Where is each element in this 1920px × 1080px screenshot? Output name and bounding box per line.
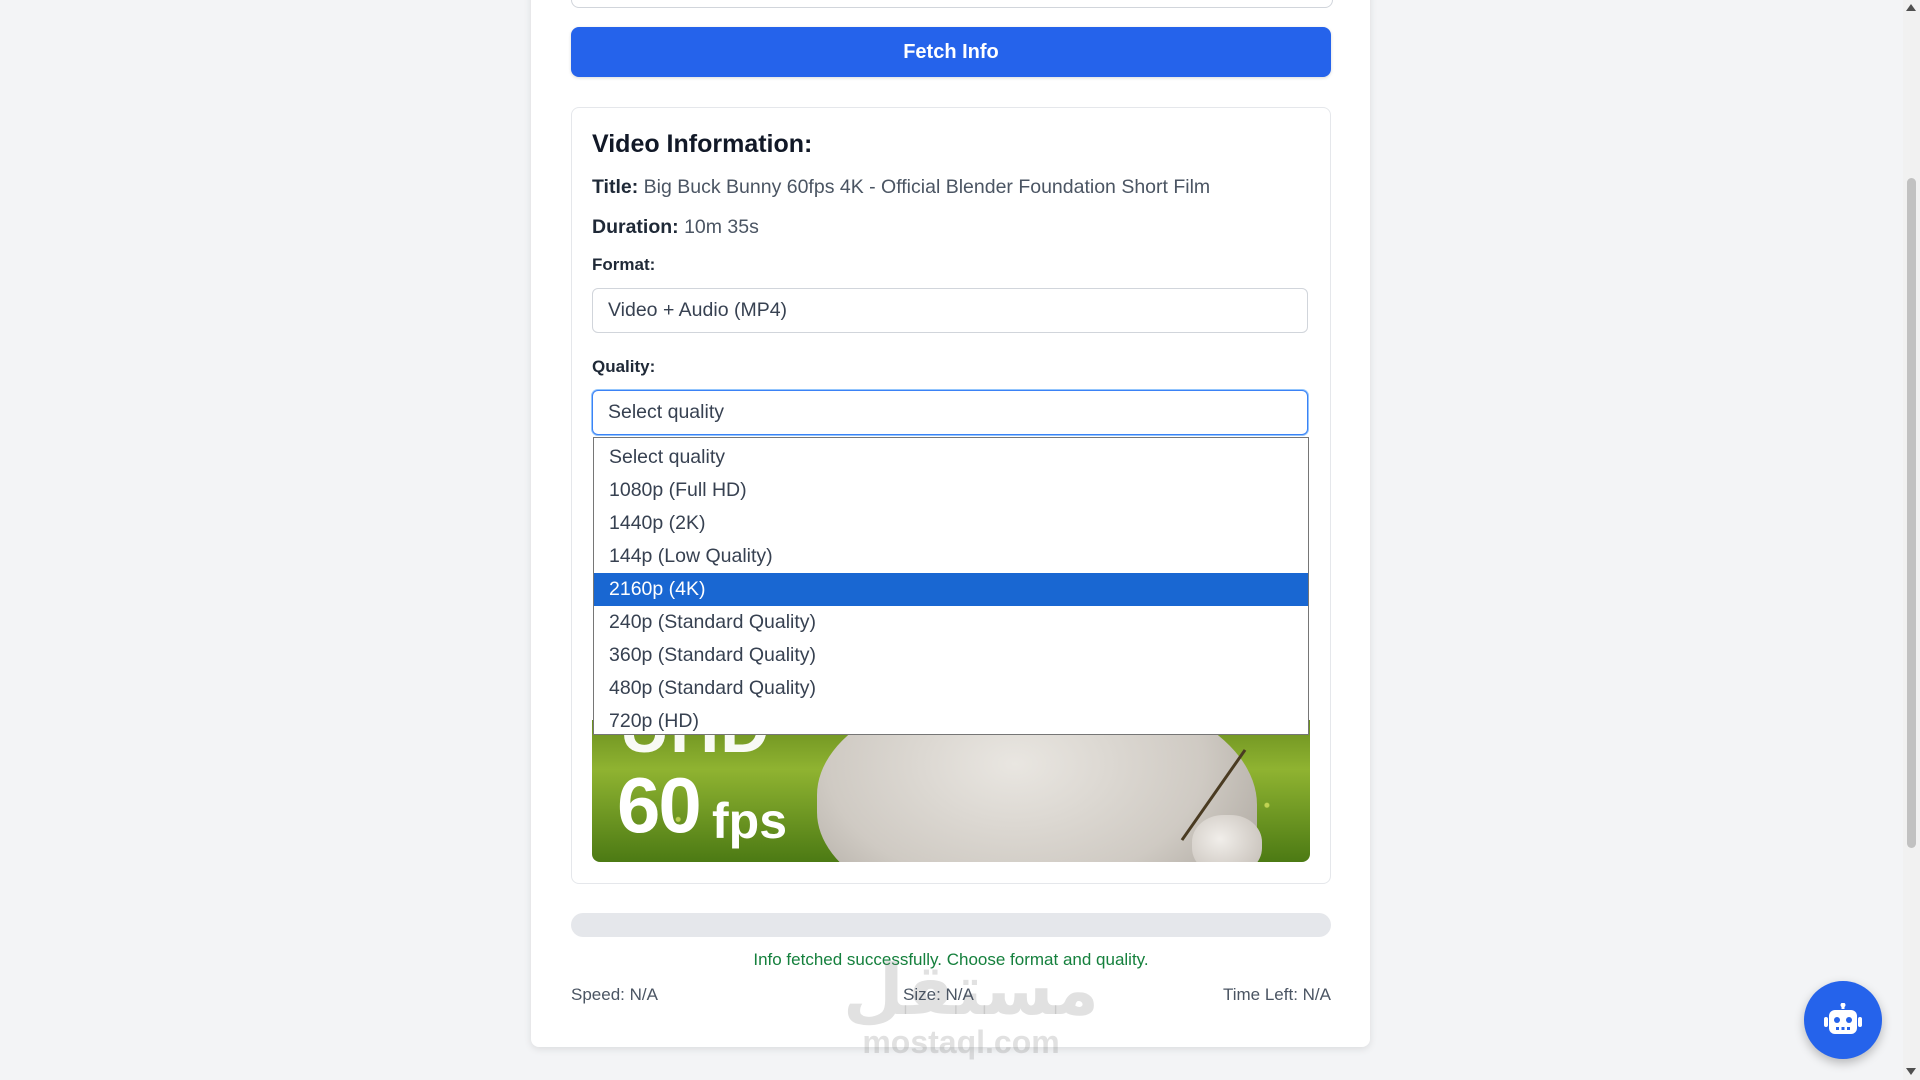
size-stat: Size: N/A	[903, 985, 974, 1004]
speed-stat: Speed: N/A	[571, 985, 658, 1004]
watermark-latin: mostaql.com	[862, 1024, 1060, 1060]
format-select[interactable]: Video + Audio (MP4)	[592, 288, 1308, 333]
quality-select[interactable]: Select quality	[592, 390, 1308, 435]
video-info-heading: Video Information:	[592, 130, 813, 158]
quality-option[interactable]: 2160p (4K)	[594, 573, 1308, 606]
scroll-up-arrow-icon[interactable]	[1906, 4, 1916, 11]
video-duration-value: 10m 35s	[684, 216, 759, 238]
quality-label: Quality:	[592, 357, 656, 376]
quality-option[interactable]: Select quality	[594, 441, 1308, 474]
robot-icon	[1824, 1003, 1862, 1034]
thumbnail-paw	[1192, 815, 1262, 862]
quality-dropdown-list: Select quality 1080p (Full HD) 1440p (2K…	[593, 437, 1309, 735]
video-title-value: Big Buck Bunny 60fps 4K - Official Blend…	[643, 176, 1211, 198]
quality-option[interactable]: 360p (Standard Quality)	[594, 639, 1308, 672]
thumbnail-bunny	[817, 720, 1257, 862]
format-label: Format:	[592, 255, 656, 274]
quality-option[interactable]: 480p (Standard Quality)	[594, 672, 1308, 705]
video-duration-line: Duration: 10m 35s	[592, 216, 759, 239]
mostaql-watermark: مستقل mostaql.com	[843, 955, 1099, 1060]
thumbnail-fps-unit: fps	[712, 793, 787, 849]
quality-option[interactable]: 720p (HD)	[594, 705, 1308, 738]
quality-selected-value: Select quality	[608, 401, 724, 423]
url-input[interactable]	[571, 0, 1333, 8]
thumbnail-fps-number: 60	[617, 761, 702, 849]
video-thumbnail: UHD 60 fps	[592, 720, 1310, 862]
quality-option[interactable]: 240p (Standard Quality)	[594, 606, 1308, 639]
download-progress-bar	[571, 913, 1331, 937]
time-left-stat: Time Left: N/A	[1222, 985, 1331, 1004]
quality-option[interactable]: 1080p (Full HD)	[594, 474, 1308, 507]
fetch-info-button[interactable]: Fetch Info	[571, 27, 1331, 77]
video-title-line: Title: Big Buck Bunny 60fps 4K - Officia…	[592, 176, 1210, 199]
scrollbar-thumb[interactable]	[1907, 178, 1916, 848]
page-scrollbar[interactable]	[1903, 0, 1920, 1080]
scroll-down-arrow-icon[interactable]	[1906, 1068, 1916, 1075]
format-selected-value: Video + Audio (MP4)	[608, 299, 788, 321]
video-duration-label: Duration:	[592, 216, 679, 238]
quality-option[interactable]: 1440p (2K)	[594, 507, 1308, 540]
chat-bot-button[interactable]	[1804, 981, 1882, 1059]
video-title-label: Title:	[592, 176, 639, 198]
quality-option[interactable]: 144p (Low Quality)	[594, 540, 1308, 573]
